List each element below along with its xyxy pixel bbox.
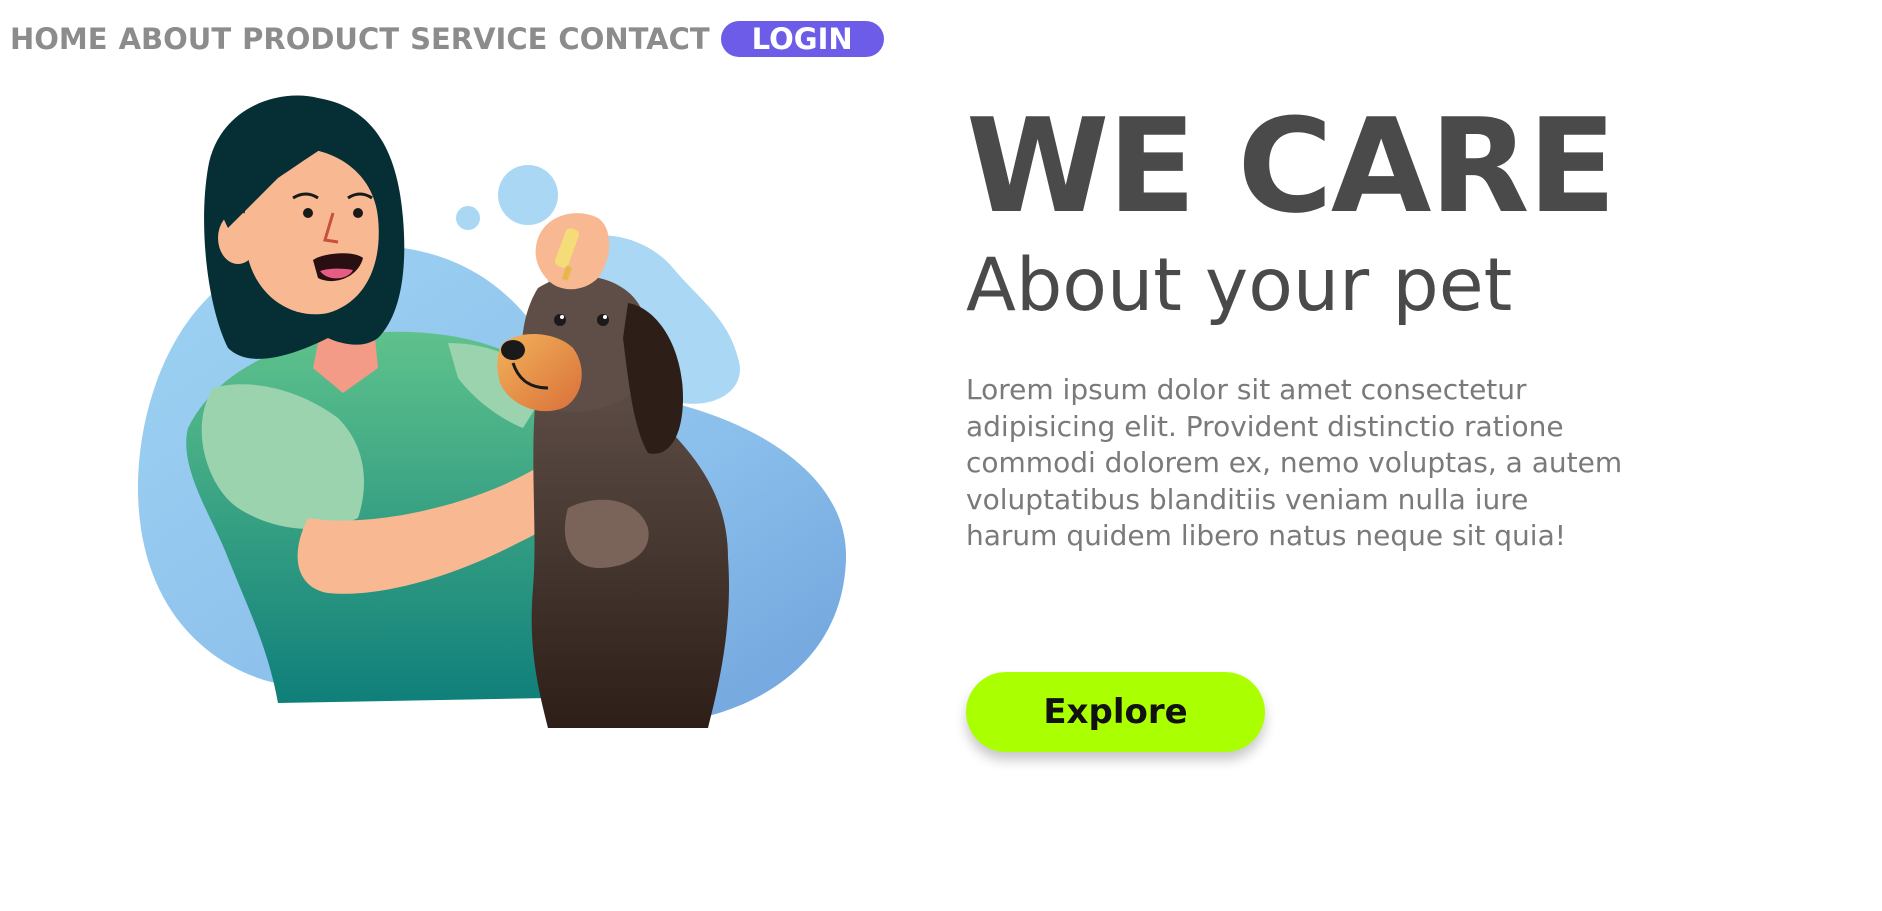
hero-subtitle: About your pet bbox=[966, 243, 1513, 328]
hero-section: WE CARE About your pet Lorem ipsum dolor… bbox=[966, 90, 1686, 555]
nav-link-home[interactable]: HOME bbox=[10, 19, 108, 59]
hero-description: Lorem ipsum dolor sit amet consectetur a… bbox=[966, 373, 1623, 552]
nav-link-service[interactable]: SERVICE bbox=[410, 19, 547, 59]
nav-link-about[interactable]: ABOUT bbox=[119, 19, 232, 59]
nav-link-product[interactable]: PRODUCT bbox=[242, 19, 399, 59]
hero-title: WE CARE bbox=[966, 90, 1616, 242]
main-nav: HOME ABOUT PRODUCT SERVICE CONTACT LOGIN bbox=[10, 19, 884, 59]
login-button[interactable]: LOGIN bbox=[720, 21, 884, 57]
explore-button[interactable]: Explore bbox=[966, 672, 1265, 752]
vet-with-dog-illustration bbox=[128, 88, 863, 728]
nav-link-contact[interactable]: CONTACT bbox=[558, 19, 709, 59]
